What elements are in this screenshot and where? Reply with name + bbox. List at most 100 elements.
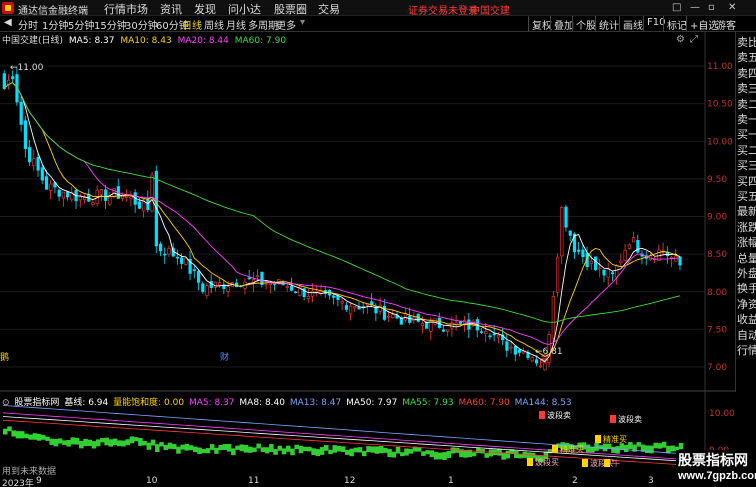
period-weekly[interactable]: 周线 [204, 17, 224, 32]
guest-label[interactable]: 游客 [716, 17, 736, 32]
candle-body[interactable] [196, 270, 201, 283]
candle-body[interactable] [560, 206, 564, 257]
candle-body[interactable] [218, 282, 222, 286]
candle-body[interactable] [201, 283, 205, 292]
back-icon[interactable]: ◀ [4, 17, 12, 28]
candle-body[interactable] [289, 285, 294, 291]
candle-body[interactable] [146, 198, 150, 211]
candle-body[interactable] [488, 335, 492, 338]
candle-body[interactable] [57, 189, 61, 197]
candle-body[interactable] [509, 346, 513, 349]
candle-body[interactable] [36, 157, 40, 171]
sub-indicator-icon[interactable]: ⊙ [2, 398, 10, 408]
candle-body[interactable] [99, 189, 104, 195]
candle-body[interactable] [40, 167, 44, 181]
restore-icon[interactable]: □ [672, 2, 681, 13]
sub-indicator-name[interactable]: 股票指标网 [14, 398, 59, 408]
candle-body[interactable] [594, 256, 598, 271]
candle-body[interactable] [294, 291, 298, 294]
candle-body[interactable] [167, 248, 171, 255]
candle-body[interactable] [213, 281, 218, 288]
minimize-icon[interactable]: — [690, 2, 700, 13]
candle-body[interactable] [420, 323, 425, 327]
period-1min[interactable]: 1分钟 [42, 17, 68, 32]
candle-body[interactable] [340, 301, 344, 304]
candle-body[interactable] [205, 285, 209, 296]
candle-body[interactable] [484, 330, 488, 334]
event-marker[interactable]: 鹅 [0, 351, 9, 363]
candle-body[interactable] [429, 319, 433, 332]
candle-body[interactable] [441, 329, 446, 332]
candle-body[interactable] [513, 345, 517, 355]
candle-body[interactable] [180, 257, 184, 264]
candle-body[interactable] [610, 272, 615, 275]
candle-body[interactable] [247, 277, 251, 280]
menu-ask[interactable]: 问小达 [228, 1, 261, 17]
candle-body[interactable] [137, 201, 142, 209]
candle-body[interactable] [632, 237, 636, 243]
kline-chart[interactable]: 11.0010.5010.009.509.008.508.007.507.00 … [0, 32, 735, 477]
candle-body[interactable] [78, 196, 82, 201]
candle-body[interactable] [589, 260, 593, 264]
menu-market[interactable]: 行情 [104, 1, 126, 17]
candle-body[interactable] [606, 268, 610, 278]
period-multi[interactable]: 多周期 [248, 17, 278, 32]
candle-body[interactable] [104, 189, 108, 201]
settings-icon[interactable]: ⚙ [676, 34, 685, 45]
candle-body[interactable] [623, 250, 627, 262]
candle-body[interactable] [306, 296, 310, 299]
candle-body[interactable] [391, 314, 395, 318]
candle-body[interactable] [577, 249, 581, 252]
candle-body[interactable] [163, 253, 167, 256]
candle-body[interactable] [344, 305, 349, 310]
candle-body[interactable] [44, 176, 49, 190]
menu-trade[interactable]: 交易 [318, 1, 340, 17]
candle-body[interactable] [49, 183, 53, 191]
candle-body[interactable] [11, 76, 15, 80]
candle-body[interactable] [568, 230, 572, 236]
candle-body[interactable] [619, 260, 623, 263]
candle-body[interactable] [91, 202, 95, 205]
candle-body[interactable] [365, 303, 370, 306]
candle-body[interactable] [479, 331, 484, 333]
period-tick[interactable]: 分时 [18, 17, 38, 32]
candle-body[interactable] [539, 365, 543, 368]
candle-body[interactable] [446, 329, 450, 332]
candle-body[interactable] [378, 304, 382, 312]
candle-body[interactable] [192, 269, 196, 272]
candle-body[interactable] [28, 147, 32, 163]
menu-stock-circle[interactable]: 股票圈 [274, 1, 307, 17]
candle-body[interactable] [615, 265, 619, 278]
candle-body[interactable] [150, 174, 154, 212]
candle-body[interactable] [311, 290, 315, 297]
event-marker[interactable]: 财 [220, 351, 229, 363]
expand-icon[interactable]: ⤢ [690, 34, 698, 45]
candle-body[interactable] [636, 240, 640, 253]
candle-body[interactable] [602, 269, 606, 276]
btn-draw[interactable]: 画线 [619, 16, 646, 32]
candle-body[interactable] [158, 243, 163, 252]
maximize-icon[interactable]: ▫ [708, 2, 715, 13]
candle-body[interactable] [505, 341, 509, 351]
candle-body[interactable] [627, 244, 631, 249]
candle-body[interactable] [353, 306, 357, 309]
candle-body[interactable] [2, 73, 6, 90]
candle-body[interactable] [19, 101, 23, 125]
candle-body[interactable] [530, 357, 534, 362]
menu-discover[interactable]: 发现 [194, 1, 216, 17]
candle-body[interactable] [268, 282, 272, 286]
candle-body[interactable] [66, 191, 70, 198]
period-monthly[interactable]: 月线 [226, 17, 246, 32]
candle-body[interactable] [598, 267, 602, 270]
candle-body[interactable] [129, 196, 133, 199]
candle-body[interactable] [581, 249, 585, 258]
candle-body[interactable] [23, 120, 28, 149]
period-daily[interactable]: 日线 [182, 17, 202, 32]
period-5min[interactable]: 5分钟 [68, 17, 94, 32]
candle-body[interactable] [551, 295, 555, 339]
period-30min[interactable]: 30分钟 [125, 17, 158, 32]
candle-body[interactable] [555, 256, 560, 293]
candle-body[interactable] [82, 197, 87, 201]
candle-body[interactable] [496, 334, 501, 338]
candle-body[interactable] [564, 206, 568, 228]
